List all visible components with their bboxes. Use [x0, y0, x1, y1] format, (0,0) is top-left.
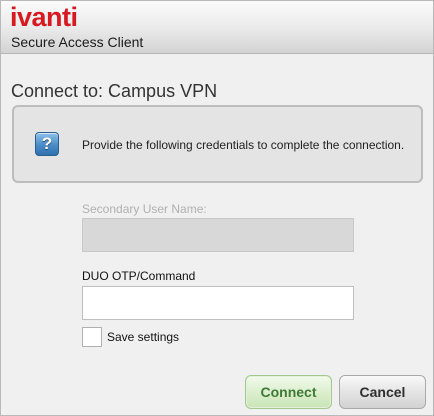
duo-otp-label: DUO OTP/Command	[82, 269, 196, 283]
connect-button[interactable]: Connect	[245, 375, 332, 409]
save-settings-checkbox[interactable]	[82, 327, 102, 347]
help-question-icon: ?	[35, 132, 59, 156]
ivanti-logo: ivanti	[10, 2, 78, 32]
connection-title: Connect to: Campus VPN	[11, 81, 218, 101]
secondary-username-input[interactable]	[82, 218, 354, 252]
duo-otp-input[interactable]	[82, 286, 354, 320]
app-subtitle: Secure Access Client	[11, 34, 144, 50]
header-banner: ivanti Secure Access Client	[1, 1, 433, 54]
info-panel: ? Provide the following credentials to c…	[12, 105, 423, 183]
info-message: Provide the following credentials to com…	[82, 138, 405, 152]
secure-access-client-window: ivanti Secure Access Client Connect to: …	[0, 0, 434, 416]
secondary-username-label: Secondary User Name:	[82, 202, 207, 216]
save-settings-label: Save settings	[107, 330, 180, 344]
cancel-button[interactable]: Cancel	[339, 375, 426, 409]
